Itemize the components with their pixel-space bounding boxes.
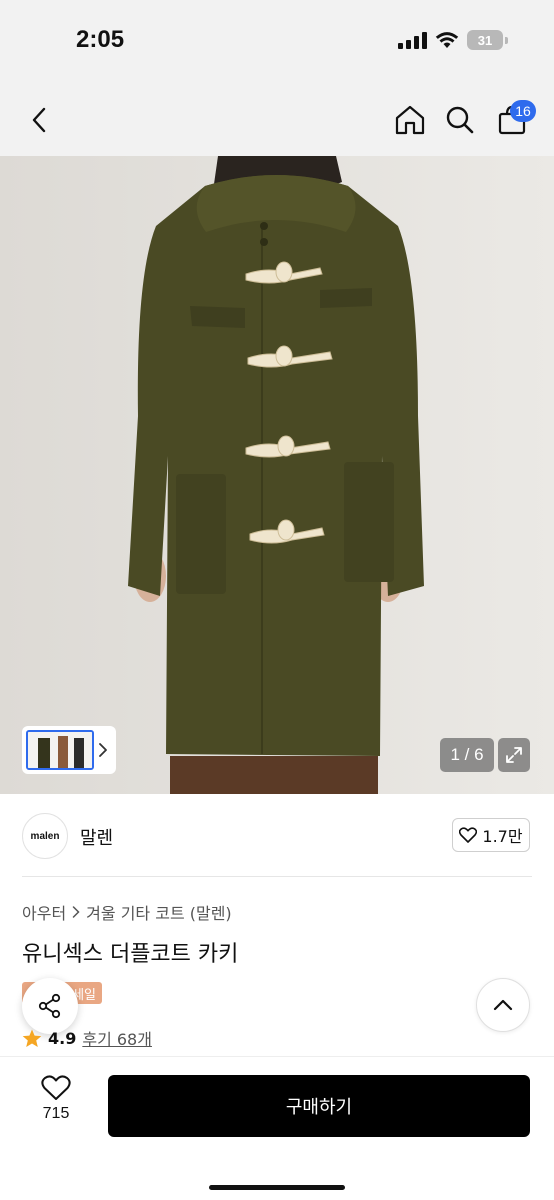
buy-button[interactable]: 구매하기 xyxy=(108,1075,530,1137)
battery-level: 31 xyxy=(477,32,493,48)
status-time: 2:05 xyxy=(76,26,125,53)
chevron-right-icon xyxy=(99,743,107,757)
heart-icon xyxy=(459,827,478,843)
wifi-icon xyxy=(435,32,459,48)
expand-image-button[interactable] xyxy=(498,738,530,772)
status-bar: 2:05 31 xyxy=(0,0,554,84)
home-button[interactable] xyxy=(388,98,432,142)
product-image-gallery[interactable]: 1 / 6 xyxy=(0,156,554,794)
breadcrumb-subcategory[interactable]: 겨울 기타 코트 (말렌) xyxy=(86,900,232,924)
battery-icon: 31 xyxy=(467,30,508,50)
brand-like-count: 1.7만 xyxy=(482,827,523,846)
star-icon xyxy=(22,1029,42,1047)
chevron-right-icon xyxy=(72,906,80,918)
bottom-action-bar: 715 구매하기 xyxy=(0,1056,554,1200)
scroll-to-top-button[interactable] xyxy=(476,978,530,1032)
chevron-up-icon xyxy=(493,999,513,1011)
thumbnail-strip[interactable] xyxy=(22,726,116,774)
wishlist-button[interactable]: 715 xyxy=(28,1075,84,1139)
review-link[interactable]: 후기 68개 xyxy=(82,1026,152,1050)
brand-name[interactable]: 말렌 xyxy=(80,824,113,850)
expand-icon xyxy=(506,747,522,763)
wishlist-count: 715 xyxy=(42,1105,70,1122)
home-indicator xyxy=(209,1185,345,1190)
home-icon xyxy=(395,105,425,135)
rating-row: 4.9 후기 68개 xyxy=(22,1026,152,1050)
back-button[interactable] xyxy=(18,98,62,142)
breadcrumb: 아우터 겨울 기타 코트 (말렌) xyxy=(22,900,232,924)
breadcrumb-category[interactable]: 아우터 xyxy=(22,900,66,924)
cart-count-badge: 16 xyxy=(510,100,536,122)
top-nav: 16 xyxy=(0,84,554,156)
share-icon xyxy=(38,993,61,1019)
brand-like-button[interactable]: 1.7만 xyxy=(452,818,530,852)
product-title: 유니섹스 더플코트 카키 xyxy=(22,942,239,967)
image-page-indicator: 1 / 6 xyxy=(440,738,494,772)
thumbnail-next-button[interactable] xyxy=(94,743,112,757)
back-icon xyxy=(32,107,46,133)
status-icons: 31 xyxy=(398,30,508,50)
search-button[interactable] xyxy=(438,98,482,142)
divider xyxy=(22,876,532,877)
product-photo xyxy=(0,156,554,794)
brand-row: malen 말렌 1.7만 xyxy=(0,794,554,878)
signal-icon xyxy=(398,31,427,49)
search-icon xyxy=(446,106,474,134)
brand-logo[interactable]: malen xyxy=(22,813,68,859)
rating-value: 4.9 xyxy=(48,1028,77,1048)
thumbnail-image[interactable] xyxy=(26,730,94,770)
heart-icon xyxy=(41,1075,71,1100)
